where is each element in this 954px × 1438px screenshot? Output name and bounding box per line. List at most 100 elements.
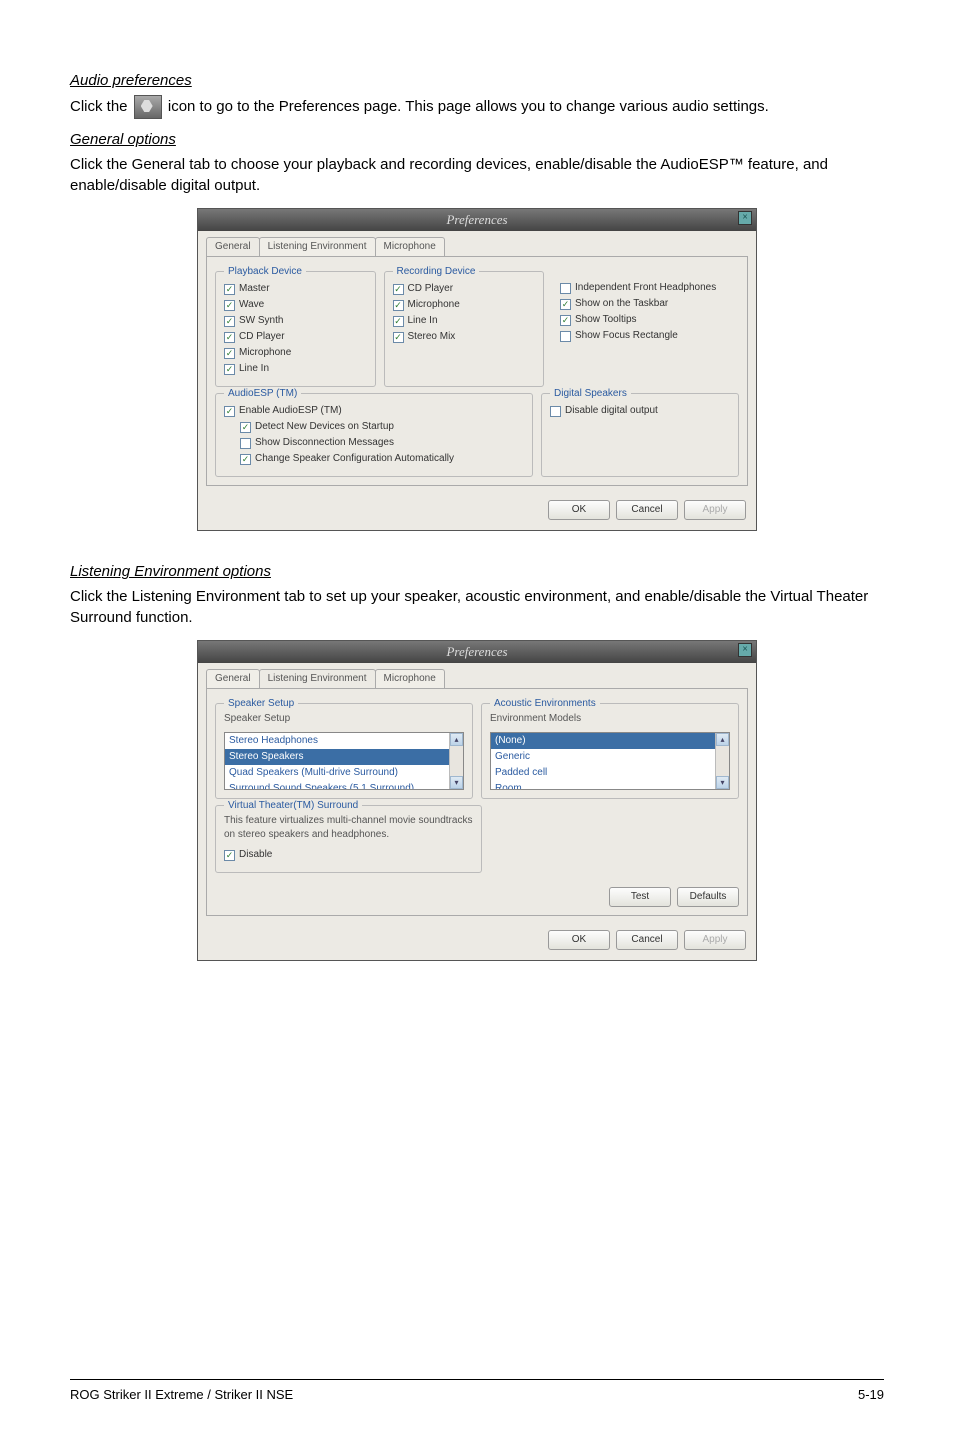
defaults-button[interactable]: Defaults xyxy=(677,887,739,907)
apply-button[interactable]: Apply xyxy=(684,500,746,520)
tab-listening[interactable]: Listening Environment xyxy=(259,237,376,256)
tabs: General Listening Environment Microphone xyxy=(198,663,756,688)
tab-microphone[interactable]: Microphone xyxy=(375,669,445,688)
checkbox-enable-audioesp[interactable]: ✓Enable AudioESP (TM) xyxy=(224,404,524,418)
checkbox-rec-cd[interactable]: ✓CD Player xyxy=(393,282,536,296)
cancel-button[interactable]: Cancel xyxy=(616,930,678,950)
label: Line In xyxy=(408,314,438,328)
label: Show Disconnection Messages xyxy=(255,436,394,450)
label: CD Player xyxy=(239,330,285,344)
list-item[interactable]: Stereo Speakers xyxy=(225,749,463,765)
tab-listening[interactable]: Listening Environment xyxy=(259,669,376,688)
checkbox-show-disconnect[interactable]: Show Disconnection Messages xyxy=(240,436,524,450)
dialog-buttons: OK Cancel Apply xyxy=(198,494,756,530)
list-item[interactable]: Stereo Headphones xyxy=(225,733,463,749)
label: Disable digital output xyxy=(565,404,658,418)
checkbox-disable-digital[interactable]: Disable digital output xyxy=(550,404,730,418)
preferences-dialog-listening: Preferences × General Listening Environm… xyxy=(197,640,757,961)
scrollbar[interactable]: ▴ ▾ xyxy=(715,733,729,789)
page-footer: ROG Striker II Extreme / Striker II NSE … xyxy=(70,1379,884,1404)
dialog-buttons: OK Cancel Apply xyxy=(198,924,756,960)
acoustic-env-listbox[interactable]: (None) Generic Padded cell Room Bathroom… xyxy=(490,732,730,790)
spacer xyxy=(490,799,739,873)
list-item[interactable]: Surround Sound Speakers (5.1 Surround) xyxy=(225,781,463,790)
label: Master xyxy=(239,282,270,296)
list-item[interactable]: (None) xyxy=(491,733,729,749)
footer-left: ROG Striker II Extreme / Striker II NSE xyxy=(70,1386,293,1404)
test-button[interactable]: Test xyxy=(609,887,671,907)
group-title: Speaker Setup xyxy=(224,697,298,711)
speaker-setup-group: Speaker Setup Speaker Setup Stereo Headp… xyxy=(215,703,473,799)
label: Independent Front Headphones xyxy=(575,281,716,295)
checkbox-linein[interactable]: ✓Line In xyxy=(224,362,367,376)
listening-env-heading: Listening Environment options xyxy=(70,561,884,582)
right-options-group: Independent Front Headphones ✓Show on th… xyxy=(552,271,739,387)
checkbox-show-focus[interactable]: Show Focus Rectangle xyxy=(560,329,731,343)
checkbox-rec-mic[interactable]: ✓Microphone xyxy=(393,298,536,312)
digital-speakers-group: Digital Speakers Disable digital output xyxy=(541,393,739,477)
audio-preferences-heading: Audio preferences xyxy=(70,70,884,91)
label: Stereo Mix xyxy=(408,330,456,344)
footer-right: 5-19 xyxy=(858,1386,884,1404)
speaker-setup-label: Speaker Setup xyxy=(224,712,464,726)
screenshot-general: Preferences × General Listening Environm… xyxy=(70,208,884,531)
list-item[interactable]: Quad Speakers (Multi-drive Surround) xyxy=(225,765,463,781)
dialog-title: Preferences × xyxy=(198,641,756,663)
list-item[interactable]: Room xyxy=(491,781,729,790)
scroll-up-icon[interactable]: ▴ xyxy=(450,733,463,746)
tab-general[interactable]: General xyxy=(206,669,260,688)
text-before: Click the xyxy=(70,98,132,115)
scroll-down-icon[interactable]: ▾ xyxy=(716,776,729,789)
close-icon[interactable]: × xyxy=(738,211,752,225)
label: Change Speaker Configuration Automatical… xyxy=(255,452,454,466)
group-title: Virtual Theater(TM) Surround xyxy=(224,799,362,813)
scroll-down-icon[interactable]: ▾ xyxy=(450,776,463,789)
list-item[interactable]: Padded cell xyxy=(491,765,729,781)
group-title: Recording Device xyxy=(393,265,480,279)
checkbox-swsynth[interactable]: ✓SW Synth xyxy=(224,314,367,328)
close-icon[interactable]: × xyxy=(738,643,752,657)
listening-env-text: Click the Listening Environment tab to s… xyxy=(70,586,884,628)
group-title: Playback Device xyxy=(224,265,306,279)
cancel-button[interactable]: Cancel xyxy=(616,500,678,520)
text-after: icon to go to the Preferences page. This… xyxy=(168,98,769,115)
checkbox-detect-startup[interactable]: ✓Detect New Devices on Startup xyxy=(240,420,524,434)
label: Detect New Devices on Startup xyxy=(255,420,394,434)
inner-buttons: Test Defaults xyxy=(215,887,739,907)
ok-button[interactable]: OK xyxy=(548,930,610,950)
label: SW Synth xyxy=(239,314,283,328)
label: Microphone xyxy=(239,346,291,360)
audio-preferences-text: Click the icon to go to the Preferences … xyxy=(70,95,884,119)
checkbox-show-taskbar[interactable]: ✓Show on the Taskbar xyxy=(560,297,731,311)
apply-button[interactable]: Apply xyxy=(684,930,746,950)
general-options-text: Click the General tab to choose your pla… xyxy=(70,154,884,196)
checkbox-rec-linein[interactable]: ✓Line In xyxy=(393,314,536,328)
tab-general[interactable]: General xyxy=(206,237,260,256)
general-options-heading: General options xyxy=(70,129,884,150)
recording-device-group: Recording Device ✓CD Player ✓Microphone … xyxy=(384,271,545,387)
tab-microphone[interactable]: Microphone xyxy=(375,237,445,256)
checkbox-change-speaker-auto[interactable]: ✓Change Speaker Configuration Automatica… xyxy=(240,452,524,466)
speaker-setup-listbox[interactable]: Stereo Headphones Stereo Speakers Quad S… xyxy=(224,732,464,790)
checkbox-show-tooltips[interactable]: ✓Show Tooltips xyxy=(560,313,731,327)
label: CD Player xyxy=(408,282,454,296)
checkbox-vts-disable[interactable]: ✓Disable xyxy=(224,848,473,862)
ok-button[interactable]: OK xyxy=(548,500,610,520)
tab-panel: Playback Device ✓Master ✓Wave ✓SW Synth … xyxy=(206,256,748,486)
checkbox-indep-headphones[interactable]: Independent Front Headphones xyxy=(560,281,731,295)
checkbox-master[interactable]: ✓Master xyxy=(224,282,367,296)
preferences-toolbar-icon xyxy=(134,95,162,119)
checkbox-cdplayer[interactable]: ✓CD Player xyxy=(224,330,367,344)
label: Line In xyxy=(239,362,269,376)
preferences-dialog-general: Preferences × General Listening Environm… xyxy=(197,208,757,531)
scrollbar[interactable]: ▴ ▾ xyxy=(449,733,463,789)
list-item[interactable]: Generic xyxy=(491,749,729,765)
checkbox-wave[interactable]: ✓Wave xyxy=(224,298,367,312)
checkbox-rec-stereomix[interactable]: ✓Stereo Mix xyxy=(393,330,536,344)
label: Show Tooltips xyxy=(575,313,637,327)
audioesp-group: AudioESP (TM) ✓Enable AudioESP (TM) ✓Det… xyxy=(215,393,533,477)
label: Show on the Taskbar xyxy=(575,297,668,311)
scroll-up-icon[interactable]: ▴ xyxy=(716,733,729,746)
checkbox-microphone[interactable]: ✓Microphone xyxy=(224,346,367,360)
label: Disable xyxy=(239,848,272,862)
